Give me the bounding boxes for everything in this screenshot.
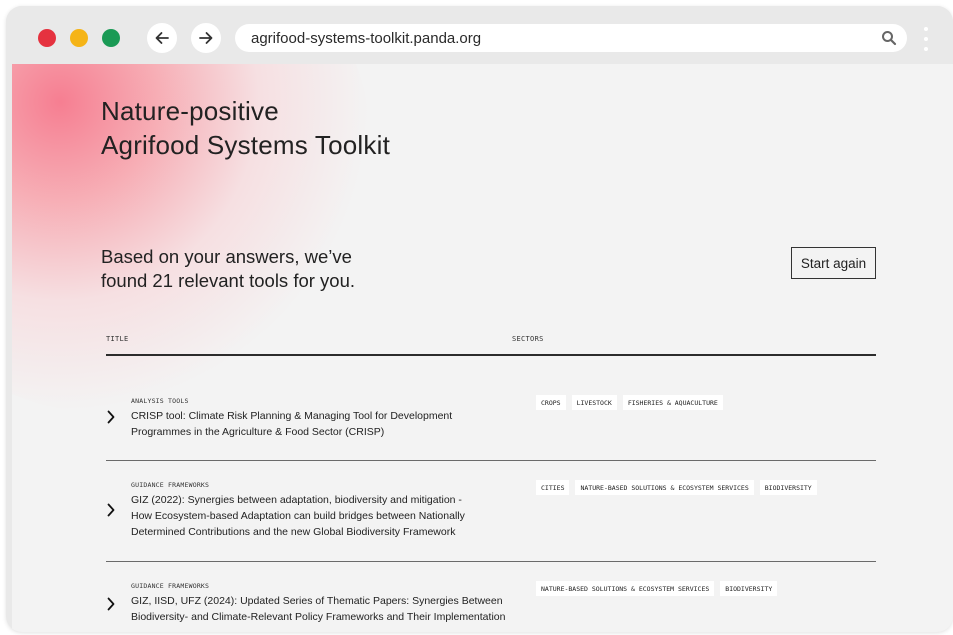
row-divider — [106, 561, 876, 562]
browser-toolbar: agrifood-systems-toolkit.panda.org — [6, 6, 953, 64]
tool-category: ANALYSIS TOOLS — [131, 397, 189, 405]
start-again-button[interactable]: Start again — [791, 247, 876, 279]
close-window-button[interactable] — [38, 29, 56, 47]
back-arrow-icon — [155, 32, 169, 44]
tool-category: GUIDANCE FRAMEWORKS — [131, 481, 210, 489]
forward-button[interactable] — [191, 23, 221, 53]
sector-tag: NATURE-BASED SOLUTIONS & ECOSYSTEM SERVI… — [575, 480, 754, 495]
chevron-right-icon[interactable] — [106, 503, 116, 517]
maximize-window-button[interactable] — [102, 29, 120, 47]
sector-tag: FISHERIES & AQUACULTURE — [622, 395, 723, 410]
column-header-title: TITLE — [106, 335, 129, 343]
sector-tags: CROPS LIVESTOCK FISHERIES & AQUACULTURE — [536, 395, 723, 410]
sector-tag: BIODIVERSITY — [720, 581, 778, 596]
page-title: Nature-positive Agrifood Systems Toolkit — [101, 96, 390, 160]
tool-title[interactable]: CRISP tool: Climate Risk Planning & Mana… — [131, 408, 516, 440]
more-options-icon[interactable] — [923, 24, 929, 54]
sector-tag: BIODIVERSITY — [759, 480, 817, 495]
browser-window: agrifood-systems-toolkit.panda.org Natur… — [6, 6, 953, 632]
url-text: agrifood-systems-toolkit.panda.org — [251, 29, 482, 47]
search-icon[interactable] — [881, 30, 897, 46]
address-bar[interactable]: agrifood-systems-toolkit.panda.org — [235, 24, 907, 52]
page-content: Nature-positive Agrifood Systems Toolkit… — [12, 64, 953, 632]
tool-title[interactable]: GIZ (2022): Synergies between adaptation… — [131, 492, 516, 540]
header-divider — [106, 354, 876, 356]
tool-title[interactable]: GIZ, IISD, UFZ (2024): Updated Series of… — [131, 593, 551, 625]
tool-category: GUIDANCE FRAMEWORKS — [131, 582, 210, 590]
sector-tag: CROPS — [536, 395, 566, 410]
sector-tags: NATURE-BASED SOLUTIONS & ECOSYSTEM SERVI… — [536, 581, 778, 596]
column-header-sectors: SECTORS — [512, 335, 544, 343]
results-summary: Based on your answers, we’ve found 21 re… — [101, 246, 356, 291]
back-button[interactable] — [147, 23, 177, 53]
sector-tag: LIVESTOCK — [571, 395, 617, 410]
sector-tag: CITIES — [536, 480, 570, 495]
sector-tag: NATURE-BASED SOLUTIONS & ECOSYSTEM SERVI… — [536, 581, 715, 596]
sector-tags: CITIES NATURE-BASED SOLUTIONS & ECOSYSTE… — [536, 480, 817, 495]
chevron-right-icon[interactable] — [106, 410, 116, 424]
forward-arrow-icon — [199, 32, 213, 44]
minimize-window-button[interactable] — [70, 29, 88, 47]
chevron-right-icon[interactable] — [106, 597, 116, 611]
row-divider — [106, 460, 876, 461]
